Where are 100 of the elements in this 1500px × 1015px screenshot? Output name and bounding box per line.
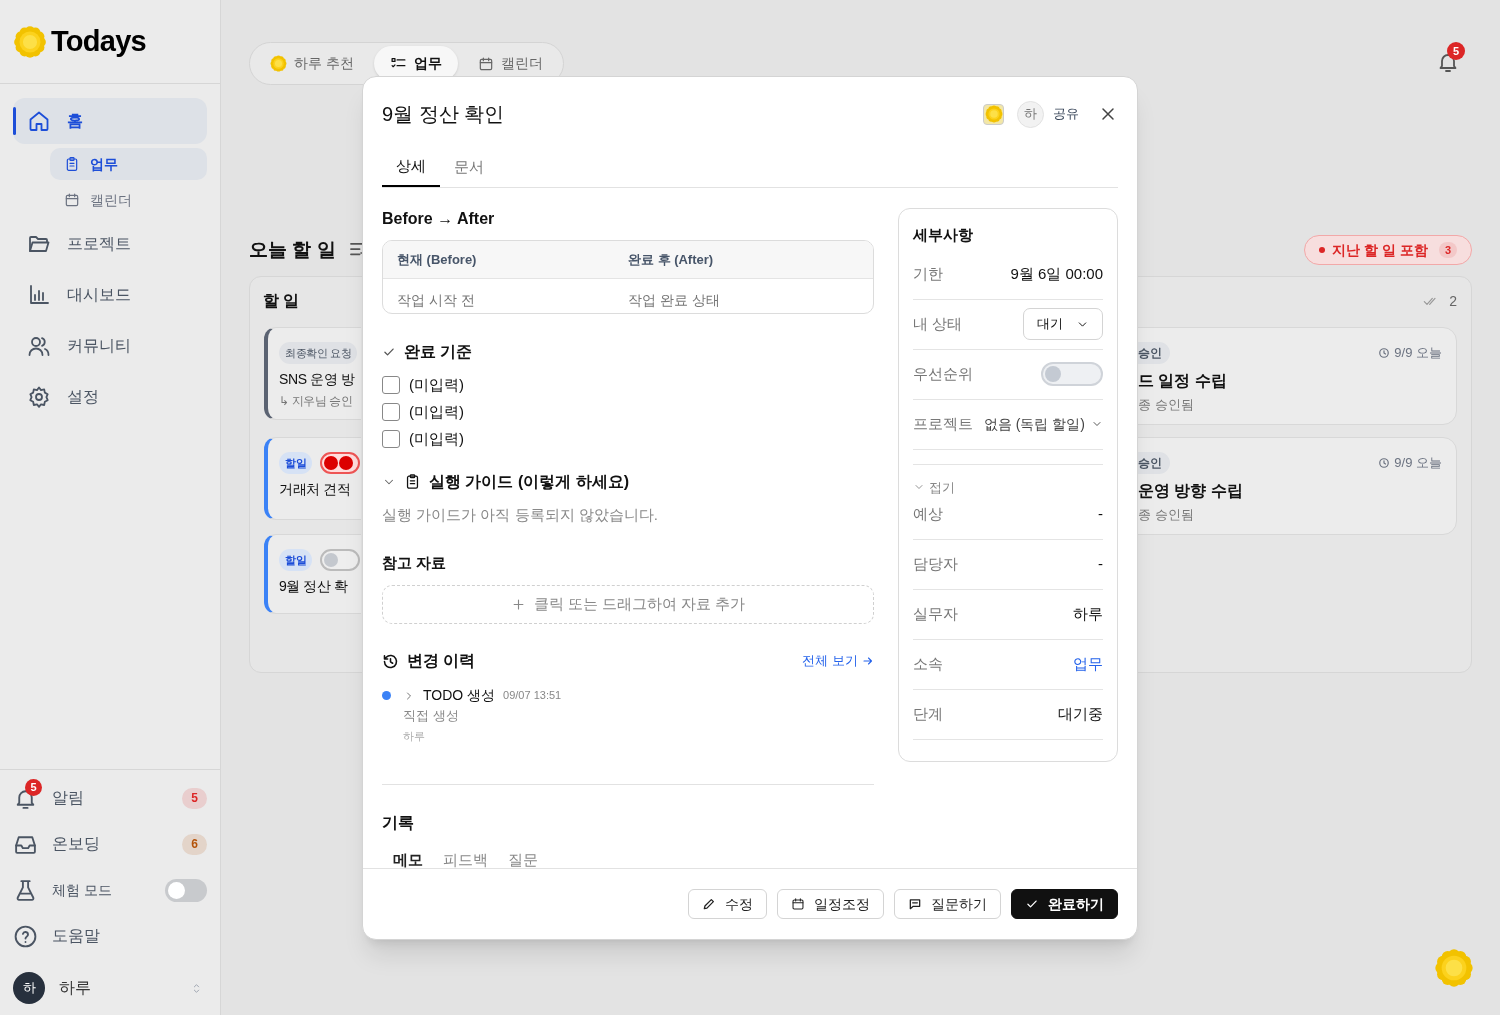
settings-icon	[27, 385, 51, 409]
calendar-icon	[791, 897, 805, 911]
checkbox[interactable]	[382, 376, 400, 394]
detail-link[interactable]: 업무	[1073, 653, 1103, 676]
detail-value: -	[1098, 554, 1103, 575]
task-card[interactable]: 최종확인 요청 SNS 운영 방 ↳ 지우님 승인	[264, 327, 361, 420]
section-title: Before → After	[382, 209, 496, 229]
status-badge: 할일	[279, 452, 313, 474]
calendar-icon	[477, 55, 494, 72]
section-heading: 오늘 할 일	[249, 237, 336, 262]
action-button[interactable]: 질문하기	[894, 889, 1001, 919]
action-button[interactable]: 수정	[688, 889, 767, 919]
urgent-toggle[interactable]	[320, 452, 361, 474]
criteria-label: (미입력)	[409, 374, 464, 395]
history-detail: 직접 생성	[403, 707, 460, 725]
checkbox[interactable]	[382, 430, 400, 449]
column-title: 할 일	[262, 291, 301, 311]
task-card[interactable]: 할일 거래처 견적	[264, 437, 361, 520]
sidebar-item[interactable]: 온보딩 6	[13, 821, 207, 867]
user-name: 하루	[59, 978, 92, 998]
record-tab[interactable]: 피드백	[443, 852, 488, 868]
detail-value: 9월 6일 00:00	[1010, 263, 1103, 284]
history-time: 09/07 13:51	[503, 688, 562, 704]
view-all-link[interactable]: 전체 보기	[802, 651, 874, 671]
nav-item[interactable]: 홈	[13, 98, 207, 144]
status-badge: 최종확인 요청	[279, 342, 358, 364]
urgent-toggle[interactable]	[320, 549, 361, 571]
status-select[interactable]: 대기	[1023, 308, 1103, 340]
user-avatar[interactable]: 하	[13, 972, 45, 1004]
fold-toggle[interactable]: 접기	[912, 477, 955, 497]
calendar-icon	[64, 192, 80, 208]
sidebar-item[interactable]: 체험 모드	[13, 867, 207, 913]
column-header: 완료 후 (After)	[627, 250, 715, 269]
user-avatar: 하	[1017, 100, 1044, 128]
section-title: 기록	[382, 813, 415, 833]
notification-badge: 5	[1447, 42, 1465, 60]
notification-badge: 5	[25, 778, 42, 796]
nav-subitem[interactable]: 업무	[50, 148, 207, 180]
project-dropdown[interactable]: 없음 (독립 할일)	[983, 413, 1103, 435]
clipboard-icon	[64, 156, 80, 172]
task-card[interactable]: 승인 9/9 오늘 운영 방향 수립 종 승인됨	[1138, 437, 1457, 535]
bar-chart-icon	[27, 283, 51, 307]
notification-button[interactable]: 5	[1436, 42, 1468, 78]
toggle-switch[interactable]	[1041, 362, 1103, 386]
detail-label: 담당자	[912, 554, 958, 575]
nav-subitem[interactable]: 캘린더	[50, 184, 207, 216]
nav-item[interactable]: 프로젝트	[13, 221, 207, 267]
sidebar-item-label: 체험 모드	[52, 880, 113, 900]
pencil-icon	[702, 897, 716, 911]
sidebar-item[interactable]: 도움말	[13, 913, 207, 959]
record-tab[interactable]: 메모	[393, 852, 423, 868]
detail-label: 우선순위	[912, 363, 973, 384]
help-icon	[13, 923, 38, 949]
sun-icon	[984, 105, 1003, 123]
history-title: TODO 생성	[423, 686, 496, 705]
sidebar-item-label: 도움말	[52, 926, 101, 946]
toggle-switch[interactable]	[165, 878, 207, 902]
file-drop-zone[interactable]: 클릭 또는 드래그하여 자료 추가	[382, 584, 874, 624]
task-title: 드 일정 수립	[1138, 371, 1228, 391]
view-tab[interactable]: 캘린더	[461, 46, 559, 81]
action-button[interactable]: 완료하기	[1011, 889, 1118, 919]
detail-label: 실무자	[912, 604, 958, 625]
table-cell-text: 작업 시작 전	[397, 290, 476, 310]
sidebar-item[interactable]: 5 알림 5	[13, 775, 207, 821]
history-icon	[382, 652, 399, 670]
clock-icon	[1378, 457, 1391, 469]
nav-item[interactable]: 커뮤니티	[13, 323, 207, 369]
section-title: 변경 이력	[407, 651, 476, 671]
checkbox[interactable]	[382, 403, 400, 422]
count-badge: 3	[1438, 241, 1457, 259]
detail-label: 기한	[912, 263, 943, 284]
status-badge: 승인	[1138, 342, 1170, 364]
empty-message: 실행 가이드가 아직 등록되지 않았습니다.	[382, 504, 659, 525]
tab[interactable]: 문서	[440, 147, 498, 187]
nav-item[interactable]: 대시보드	[13, 272, 207, 318]
view-tab[interactable]: 하루 추천	[254, 46, 370, 81]
clock-icon	[1378, 347, 1391, 359]
task-card[interactable]: 할일 9월 정산 확	[264, 534, 361, 614]
sun-icon	[270, 55, 287, 72]
nav-item[interactable]: 설정	[13, 374, 207, 420]
tab[interactable]: 상세	[382, 147, 440, 187]
count-badge: 5	[182, 787, 207, 809]
detail-value: 하루	[1073, 604, 1103, 625]
task-card[interactable]: 승인 9/9 오늘 드 일정 수립 종 승인됨	[1138, 327, 1457, 425]
card-title: 세부사항	[912, 225, 974, 245]
history-author: 하루	[403, 728, 426, 744]
sun-icon	[1434, 948, 1474, 988]
home-icon	[27, 109, 51, 133]
due-date: 9/9 오늘	[1394, 344, 1442, 363]
overdue-filter-chip[interactable]: 지난 할 일 포함 3	[1304, 235, 1472, 265]
arrow-right-icon	[861, 655, 874, 667]
action-button[interactable]: 일정조정	[777, 889, 884, 919]
users-icon	[27, 334, 51, 358]
share-link[interactable]: 공유	[1053, 104, 1079, 124]
message-icon	[908, 897, 922, 911]
record-tab[interactable]: 질문	[508, 852, 538, 868]
task-subtitle: 종 승인됨	[1138, 396, 1195, 414]
task-title: SNS 운영 방	[279, 370, 356, 389]
criteria-label: (미입력)	[409, 401, 464, 422]
detail-value: 대기중	[1058, 704, 1103, 725]
